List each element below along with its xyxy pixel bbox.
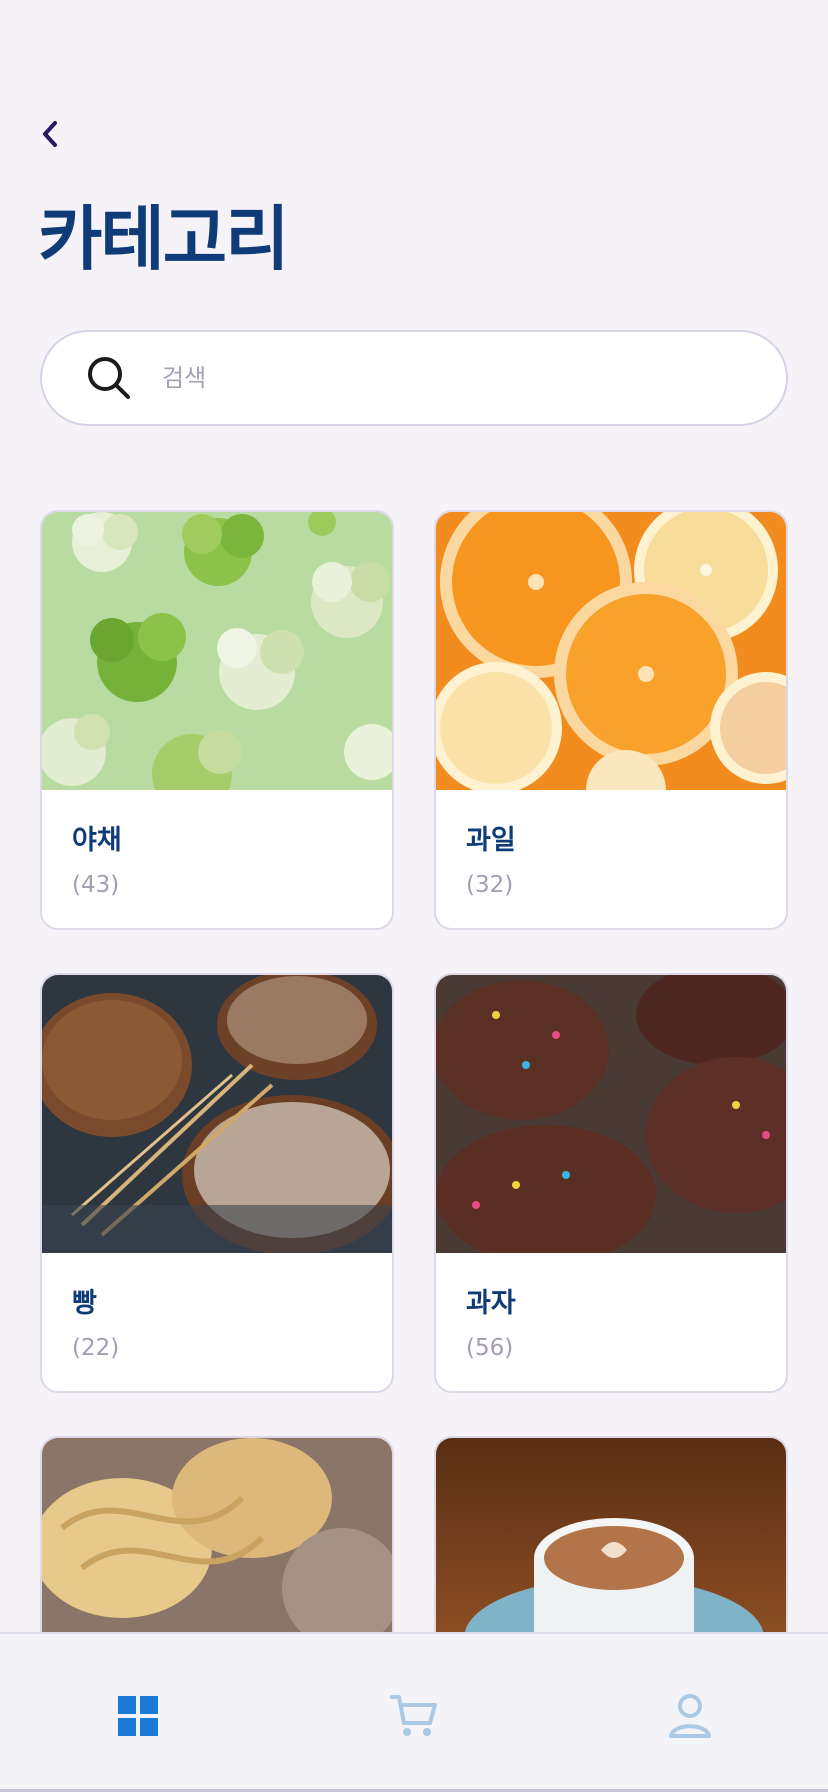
category-name: 빵 bbox=[72, 1288, 97, 1319]
bottom-tab-bar bbox=[0, 1632, 828, 1792]
category-count: (56) bbox=[466, 1335, 514, 1361]
grid-icon bbox=[116, 1694, 160, 1742]
search-input[interactable] bbox=[162, 364, 722, 392]
category-card-coffee[interactable] bbox=[434, 1436, 788, 1632]
search-icon bbox=[86, 355, 132, 401]
category-name: 야채 bbox=[72, 825, 122, 856]
search-bar[interactable] bbox=[40, 330, 788, 426]
category-name: 과자 bbox=[466, 1288, 516, 1319]
category-card-bread[interactable]: 빵 (22) bbox=[40, 973, 394, 1393]
cart-icon bbox=[390, 1693, 438, 1743]
tab-cart[interactable] bbox=[388, 1692, 440, 1744]
user-icon bbox=[668, 1693, 712, 1743]
category-name: 과일 bbox=[466, 825, 516, 856]
snacks-image bbox=[436, 975, 786, 1253]
pasta-image bbox=[42, 1438, 392, 1632]
coffee-image bbox=[436, 1438, 786, 1632]
category-card-pasta[interactable] bbox=[40, 1436, 394, 1632]
tab-categories[interactable] bbox=[112, 1692, 164, 1744]
category-card-vegetables[interactable]: 야채 (43) bbox=[40, 510, 394, 930]
page-title: 카테고리 bbox=[38, 198, 290, 280]
bread-image bbox=[42, 975, 392, 1253]
back-button[interactable] bbox=[30, 116, 70, 156]
chevron-left-icon bbox=[39, 119, 61, 153]
category-count: (43) bbox=[72, 872, 120, 898]
categories-screen: 야채 (43) 과일 (32) 빵 (22) 과자 (56) 카테고리 검색 bbox=[0, 0, 828, 1792]
tab-profile[interactable] bbox=[664, 1692, 716, 1744]
fruit-image bbox=[436, 512, 786, 790]
category-card-snacks[interactable]: 과자 (56) bbox=[434, 973, 788, 1393]
category-count: (22) bbox=[72, 1335, 120, 1361]
vegetables-image bbox=[42, 512, 392, 790]
category-card-fruit[interactable]: 과일 (32) bbox=[434, 510, 788, 930]
category-count: (32) bbox=[466, 872, 514, 898]
